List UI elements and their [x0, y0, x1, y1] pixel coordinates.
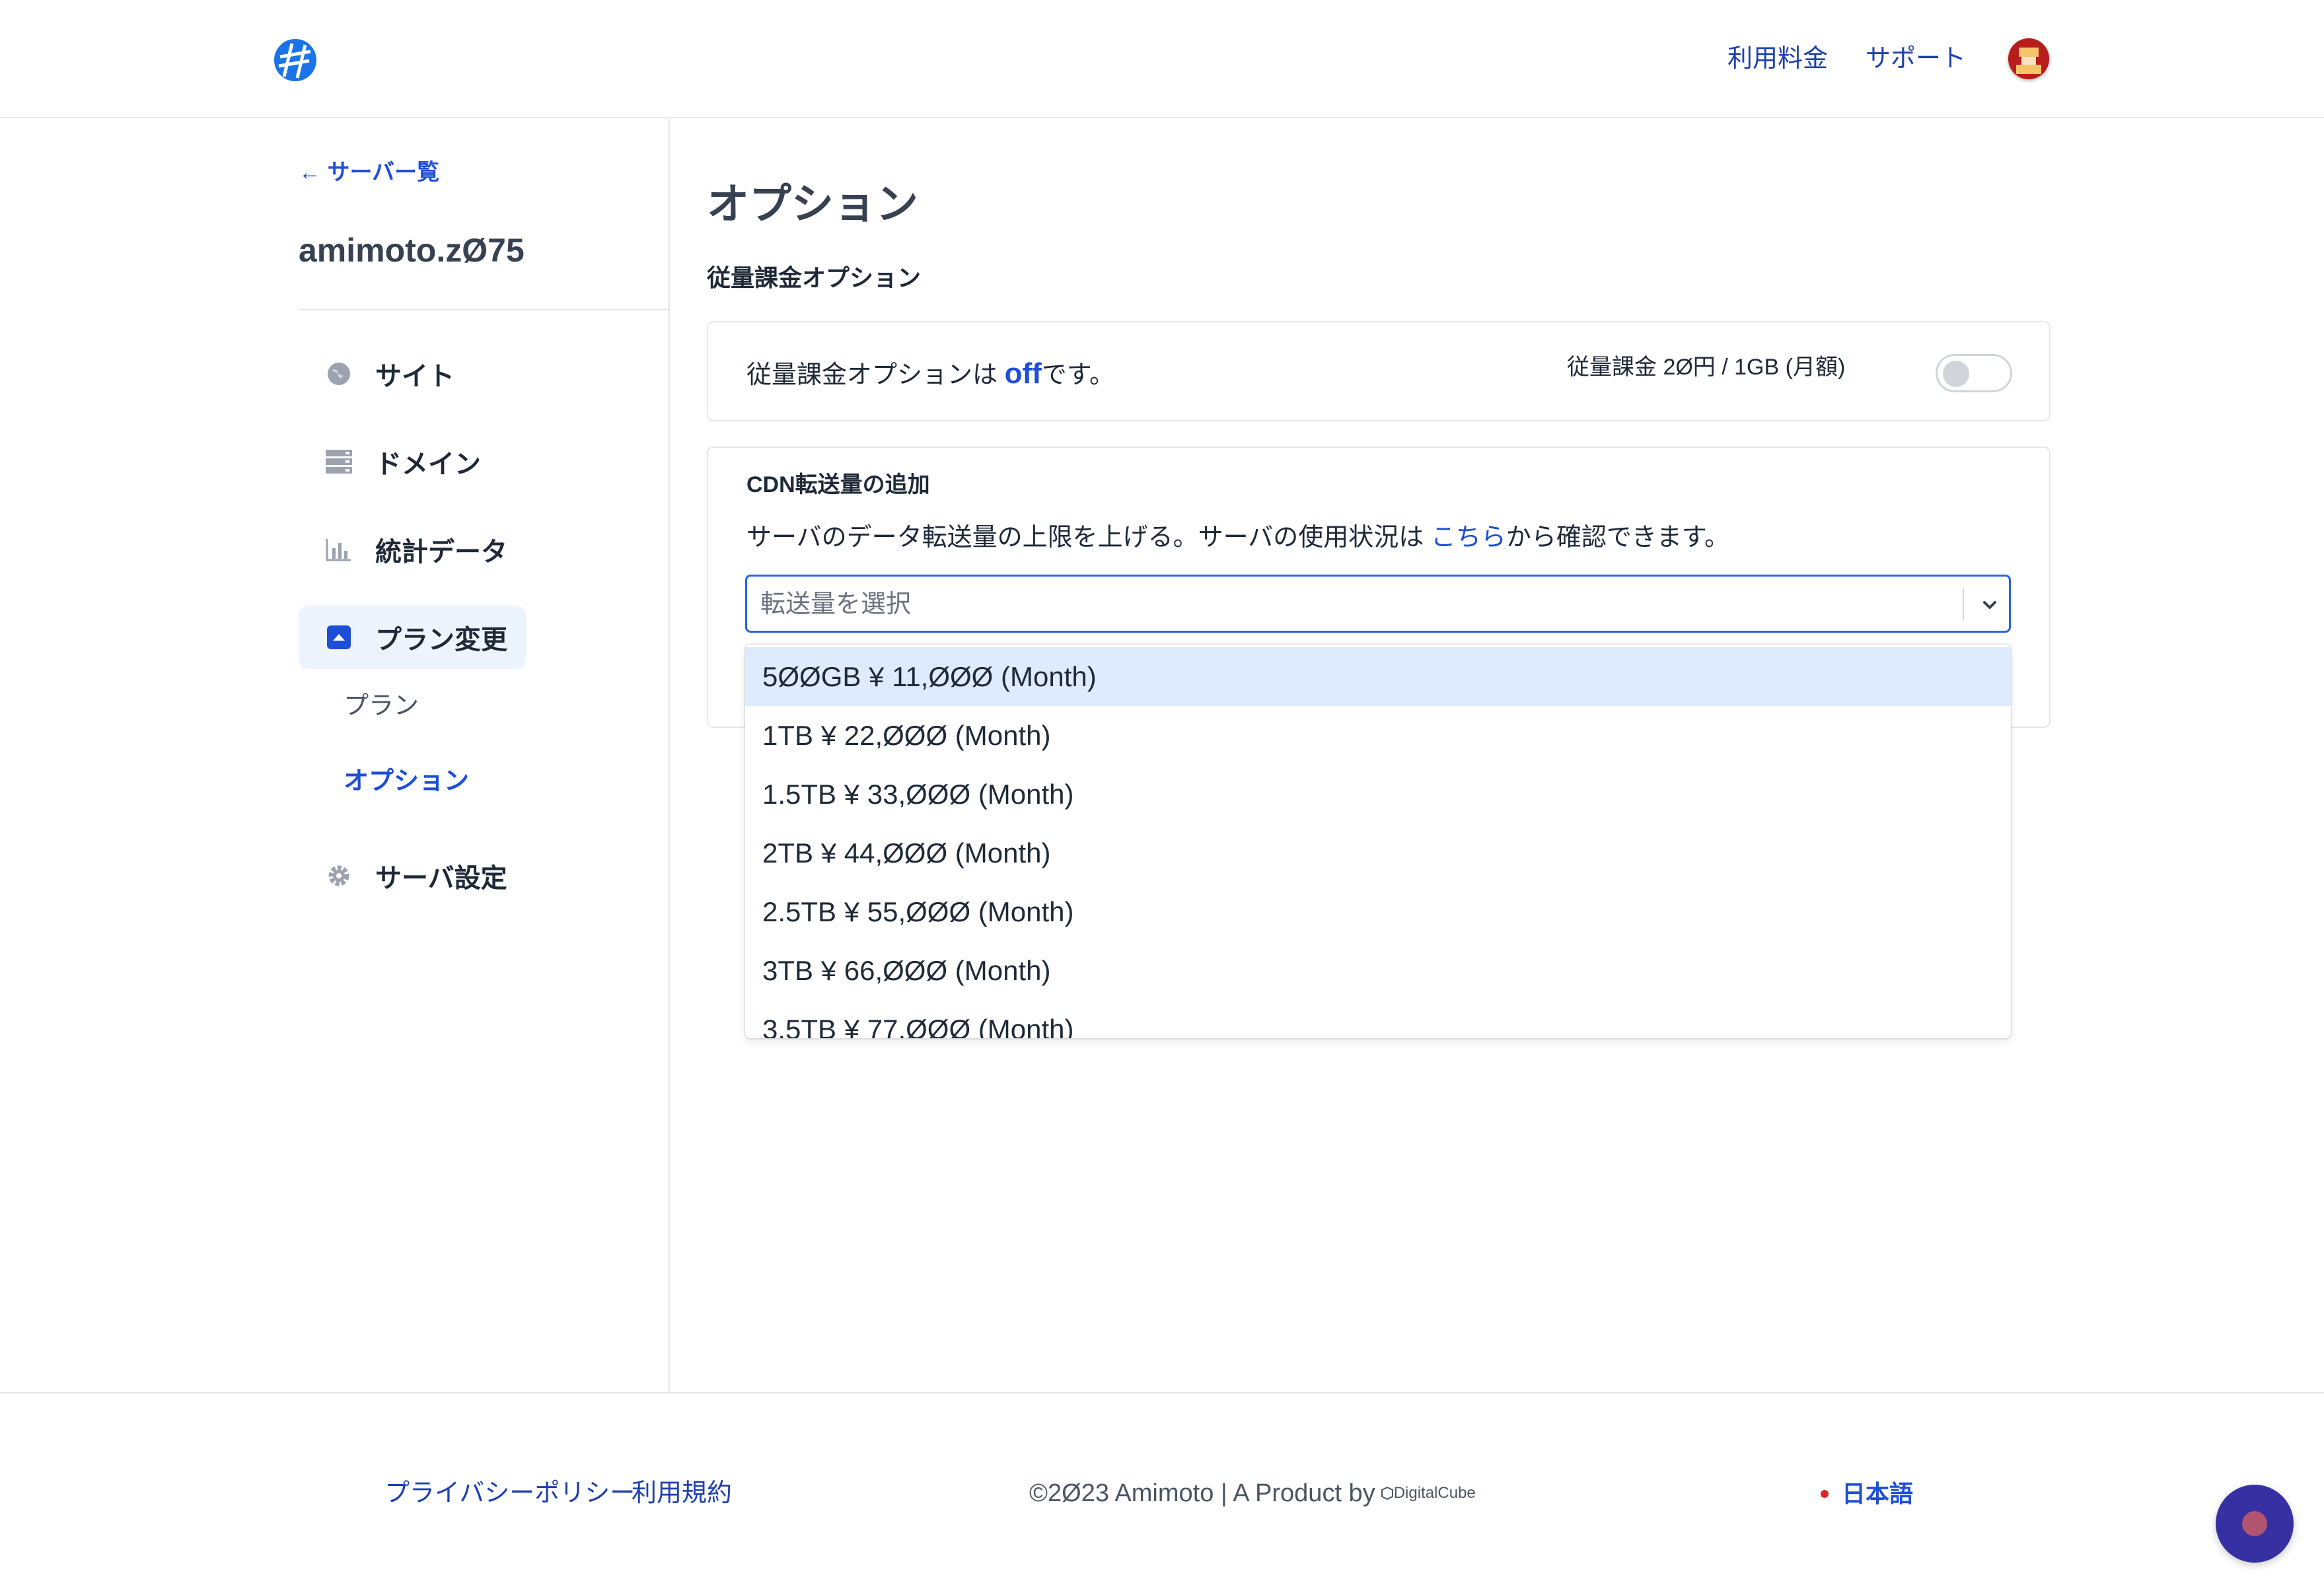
language-label: 日本語	[1842, 1480, 1914, 1507]
digitalcube-brand: DigitalCube	[1393, 1484, 1476, 1502]
sidebar-item-label: サーバ設定	[375, 864, 507, 893]
cdn-desc-prefix: サーバのデータ転送量の上限を上げる。サーバの使用状況は	[746, 524, 1431, 551]
sidebar-separator	[299, 309, 669, 310]
sidebar-item-domain[interactable]: ドメイン	[299, 430, 481, 493]
dropdown-option[interactable]: 5ØØGB ¥ 11,ØØØ (Month)	[745, 647, 2011, 706]
footer-divider	[0, 1392, 2324, 1394]
chat-widget-button[interactable]	[2216, 1485, 2294, 1563]
usage-text-suffix: です。	[1041, 361, 1114, 389]
language-selector[interactable]: 日本語	[1821, 1477, 1913, 1511]
dropdown-option[interactable]: 3.5TB ¥ 77,ØØØ (Month)	[745, 1000, 2011, 1038]
amimoto-logo-icon[interactable]	[272, 37, 318, 83]
transfer-amount-select[interactable]: 転送量を選択	[745, 575, 2011, 633]
chevron-down-icon[interactable]	[1977, 592, 2002, 618]
globe-icon	[325, 360, 353, 388]
top-header: 利用料金 サポート	[0, 0, 2324, 118]
usage-status-text: 従量課金オプションは offです。	[746, 355, 1114, 394]
chat-icon	[2242, 1511, 2267, 1536]
cdn-title: CDN転送量の追加	[746, 472, 930, 497]
nav-support-link[interactable]: サポート	[1866, 41, 1966, 77]
server-icon	[325, 448, 353, 476]
usage-billing-toggle[interactable]	[1936, 354, 2012, 392]
server-name: amimoto.zØ75	[299, 232, 525, 269]
select-separator	[1963, 588, 1964, 620]
sidebar-item-site[interactable]: サイト	[299, 342, 454, 406]
nav-pricing-link[interactable]: 利用料金	[1727, 41, 1828, 77]
usage-status-link[interactable]: こちら	[1431, 524, 1506, 551]
language-dot-icon	[1821, 1490, 1829, 1498]
sidebar-item-label: サイト	[375, 362, 454, 391]
sidebar-item-server-settings[interactable]: サーバ設定	[299, 844, 507, 907]
cdn-desc-suffix: から確認できます。	[1506, 524, 1730, 551]
back-to-servers-link[interactable]: ← サーバー覧	[299, 156, 439, 189]
sidebar-divider	[669, 118, 670, 1393]
cdn-description: サーバのデータ転送量の上限を上げる。サーバの使用状況は こちらから確認できます。	[746, 519, 1729, 556]
usage-state: off	[1004, 357, 1042, 390]
dropdown-option[interactable]: 1.5TB ¥ 33,ØØØ (Month)	[745, 765, 2011, 824]
sidebar-item-label: 統計データ	[375, 538, 507, 567]
dropdown-option[interactable]: 2.5TB ¥ 55,ØØØ (Month)	[745, 882, 2011, 941]
sidebar-item-stats[interactable]: 統計データ	[299, 518, 507, 581]
upgrade-icon	[325, 623, 353, 651]
dropdown-option[interactable]: 1TB ¥ 22,ØØØ (Month)	[745, 706, 2011, 765]
gear-icon	[325, 862, 353, 890]
toggle-knob	[1943, 361, 1969, 387]
digitalcube-icon	[1381, 1486, 1393, 1501]
terms-link[interactable]: 利用規約	[632, 1475, 732, 1511]
user-avatar-icon[interactable]	[2008, 38, 2049, 79]
sidebar-subitem-plan[interactable]: プラン	[344, 688, 419, 724]
section-title: 従量課金オプション	[707, 264, 922, 291]
usage-text-prefix: 従量課金オプションは	[746, 361, 1005, 389]
usage-price-text: 従量課金 2Ø円 / 1GB (月額)	[1567, 355, 1846, 380]
usage-billing-card: 従量課金オプションは offです。 従量課金 2Ø円 / 1GB (月額)	[707, 321, 2051, 421]
digitalcube-logo[interactable]: DigitalCube	[1381, 1475, 1476, 1511]
sidebar-subitem-option[interactable]: オプション	[344, 763, 469, 799]
bar-chart-icon	[325, 536, 353, 563]
sidebar-item-label: ドメイン	[375, 450, 481, 479]
copyright-label: ©2Ø23 Amimoto | A Product by	[1029, 1479, 1375, 1507]
privacy-policy-link[interactable]: プライバシーポリシー	[384, 1475, 635, 1511]
dropdown-option[interactable]: 3TB ¥ 66,ØØØ (Month)	[745, 941, 2011, 1000]
dropdown-option[interactable]: 2TB ¥ 44,ØØØ (Month)	[745, 824, 2011, 882]
copyright-text: ©2Ø23 Amimoto | A Product by DigitalCube	[1029, 1475, 1476, 1511]
transfer-options-dropdown: 5ØØGB ¥ 11,ØØØ (Month) 1TB ¥ 22,ØØØ (Mon…	[745, 645, 2011, 1038]
sidebar-item-label: プラン変更	[375, 625, 507, 655]
sidebar-item-plan-change[interactable]: プラン変更	[299, 606, 526, 669]
page-title: オプション	[707, 180, 918, 228]
select-placeholder: 転送量を選択	[760, 590, 912, 618]
